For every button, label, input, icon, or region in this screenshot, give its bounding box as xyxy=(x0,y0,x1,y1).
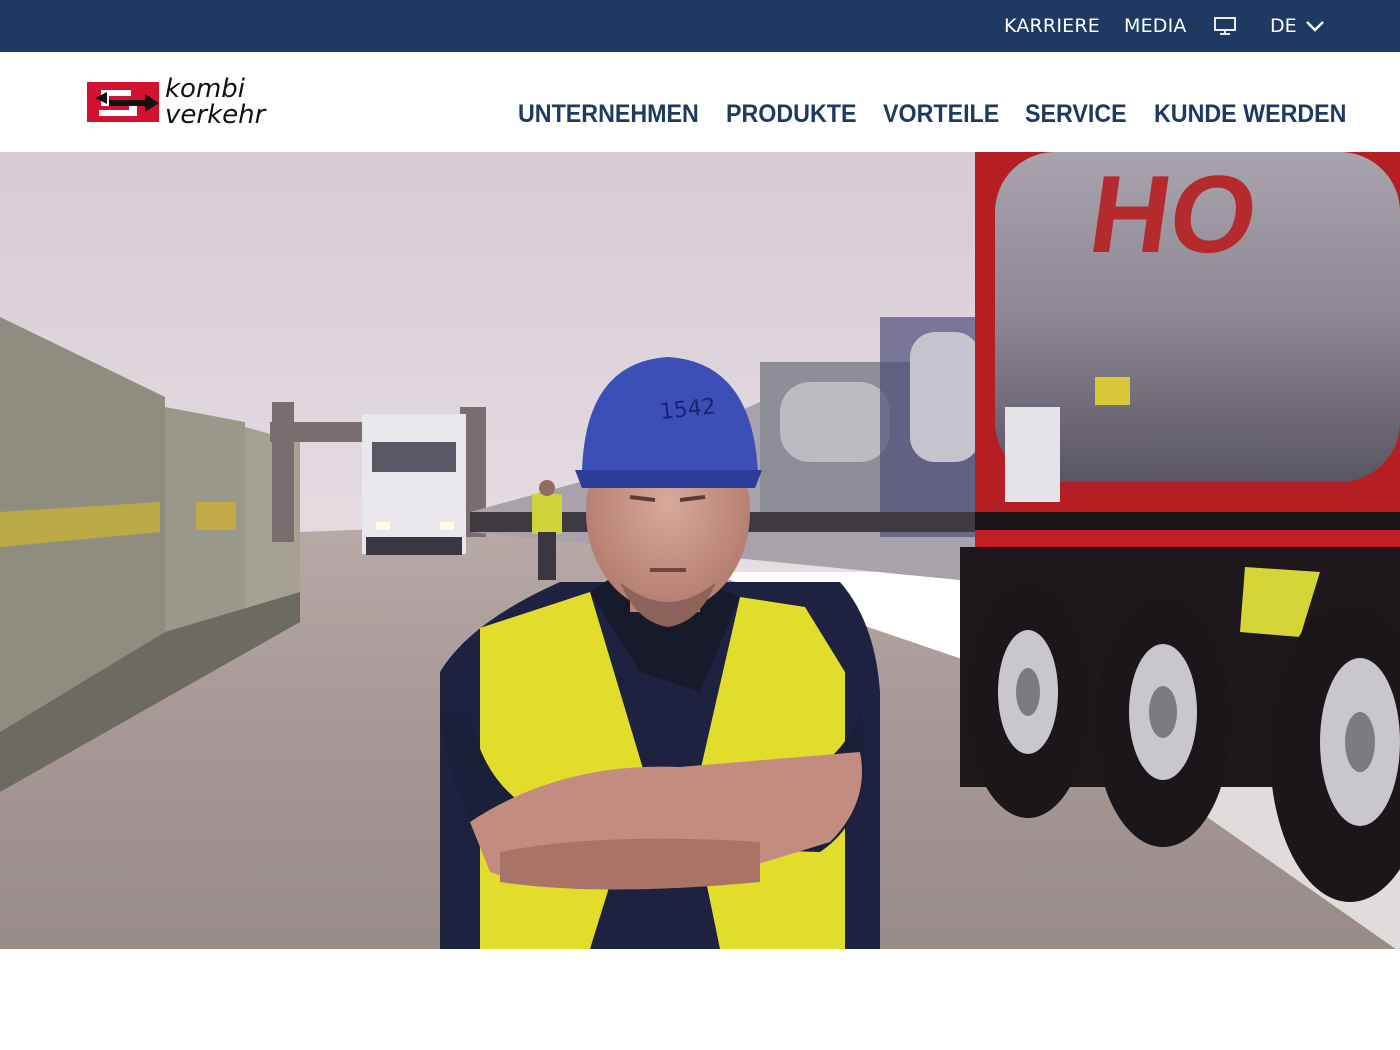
nav-kunde-werden[interactable]: KUNDE WERDEN xyxy=(1154,100,1346,129)
chevron-down-icon xyxy=(1305,21,1324,32)
logo-line-2: verkehr xyxy=(165,100,266,130)
monitor-icon[interactable] xyxy=(1213,16,1237,36)
top-utility-bar: KARRIERE MEDIA DE xyxy=(0,0,1400,52)
logo-mark-icon xyxy=(87,82,159,122)
language-label: DE xyxy=(1270,15,1297,37)
logo-wordmark: kombi verkehr xyxy=(165,76,265,128)
logo-line-1: kombi xyxy=(165,74,246,104)
tank-lettering: HO xyxy=(1083,153,1265,275)
kombiverkehr-logo[interactable]: kombi verkehr xyxy=(87,72,277,132)
hero-image: HO 1542 xyxy=(0,152,1400,949)
karriere-link[interactable]: KARRIERE xyxy=(1004,0,1100,52)
media-link[interactable]: MEDIA xyxy=(1124,0,1187,52)
language-selector[interactable]: DE xyxy=(1270,0,1325,52)
nav-produkte[interactable]: PRODUKTE xyxy=(726,100,856,129)
nav-service[interactable]: SERVICE xyxy=(1025,100,1127,129)
nav-unternehmen[interactable]: UNTERNEHMEN xyxy=(518,100,699,129)
nav-vorteile[interactable]: VORTEILE xyxy=(883,100,999,129)
